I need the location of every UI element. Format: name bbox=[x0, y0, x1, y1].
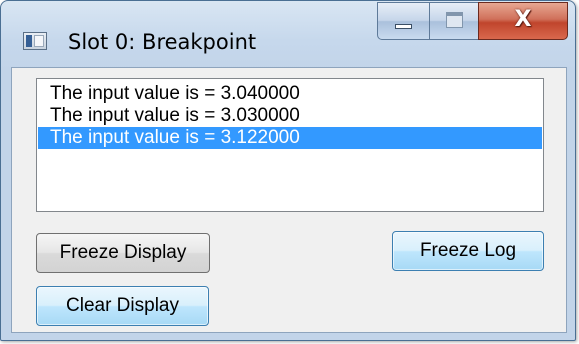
app-icon-pane bbox=[34, 35, 44, 47]
log-listbox[interactable]: The input value is = 3.040000 The input … bbox=[36, 78, 544, 212]
minimize-button[interactable] bbox=[377, 2, 430, 40]
app-icon-sidebar bbox=[26, 35, 32, 47]
list-item[interactable]: The input value is = 3.030000 bbox=[38, 105, 542, 127]
list-item[interactable]: The input value is = 3.040000 bbox=[38, 83, 542, 105]
list-item-selected[interactable]: The input value is = 3.122000 bbox=[38, 127, 542, 149]
caption-buttons: X bbox=[377, 2, 569, 42]
title-bar[interactable]: Slot 0: Breakpoint X bbox=[1, 1, 575, 67]
maximize-icon bbox=[446, 12, 463, 28]
freeze-display-button[interactable]: Freeze Display bbox=[36, 233, 210, 273]
close-icon: X bbox=[514, 7, 532, 32]
clear-display-button[interactable]: Clear Display bbox=[36, 286, 209, 326]
client-area: The input value is = 3.040000 The input … bbox=[11, 67, 567, 333]
freeze-log-button[interactable]: Freeze Log bbox=[392, 231, 544, 271]
app-window-icon[interactable] bbox=[23, 32, 47, 50]
window-title: Slot 0: Breakpoint bbox=[68, 30, 257, 54]
breakpoint-window: Slot 0: Breakpoint X The input value is … bbox=[0, 0, 576, 341]
maximize-button[interactable] bbox=[429, 2, 479, 40]
minimize-icon bbox=[395, 24, 412, 29]
close-button[interactable]: X bbox=[478, 2, 568, 40]
